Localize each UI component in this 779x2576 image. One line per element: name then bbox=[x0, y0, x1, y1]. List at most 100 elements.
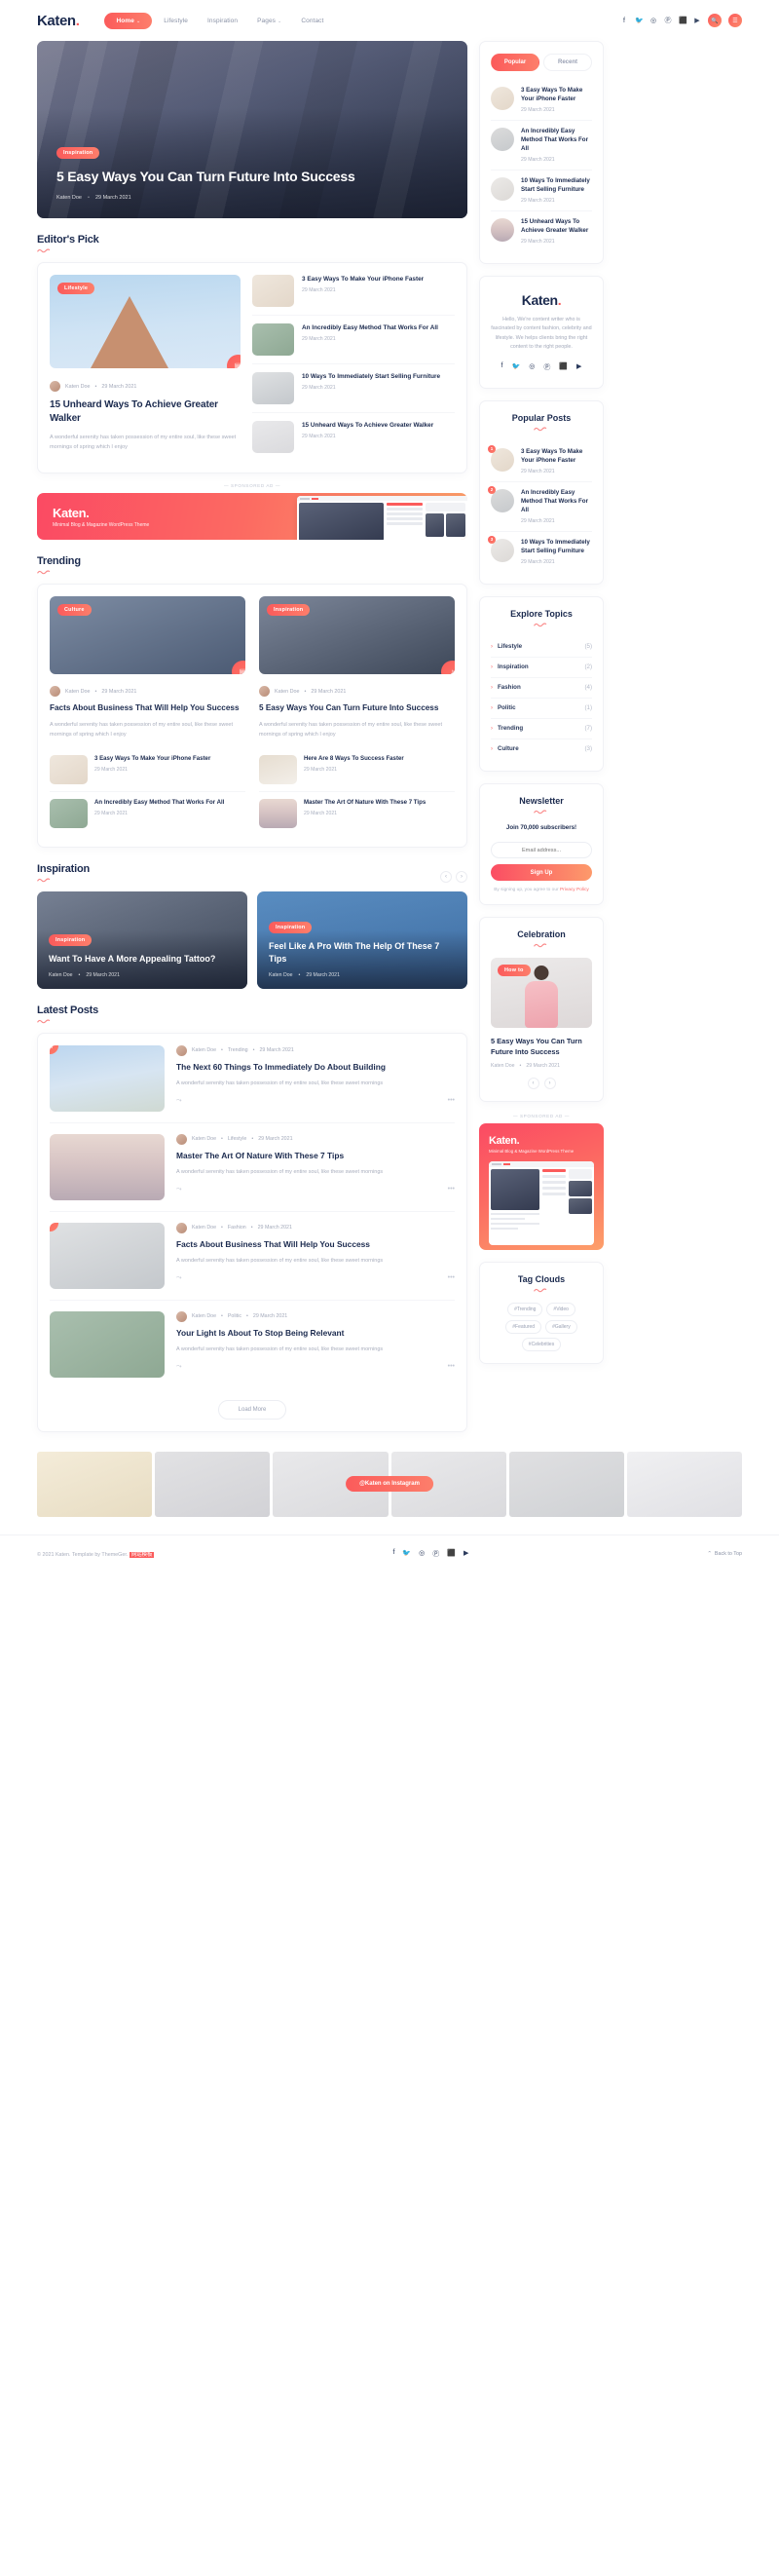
list-item[interactable]: 3 10 Ways To Immediately Start Selling F… bbox=[488, 532, 592, 572]
pinterest-icon[interactable]: Ⓟ bbox=[432, 1549, 439, 1559]
post-title[interactable]: 10 Ways To Immediately Start Selling Fur… bbox=[521, 177, 592, 195]
behance-icon[interactable]: ⬛ bbox=[559, 362, 568, 372]
sidebar-item-trending[interactable]: › Trending (7) bbox=[491, 719, 592, 739]
sidebar-ad[interactable]: Katen. Minimal Blog & Magazine WordPress… bbox=[479, 1123, 604, 1251]
trending-category-badge[interactable]: Culture bbox=[57, 604, 92, 616]
sidebar-item-lifestyle[interactable]: › Lifestyle (5) bbox=[491, 637, 592, 658]
list-item[interactable]: An Incredibly Easy Method That Works For… bbox=[252, 316, 455, 364]
instagram-cell[interactable] bbox=[37, 1451, 153, 1517]
list-item[interactable]: 15 Unheard Ways To Achieve Greater Walke… bbox=[252, 413, 455, 461]
video-icon[interactable]: ▶ bbox=[50, 1222, 58, 1231]
tab-popular[interactable]: Popular bbox=[491, 54, 539, 71]
signup-button[interactable]: Sign Up bbox=[491, 864, 592, 882]
feature-author[interactable]: Katen Doe bbox=[65, 384, 90, 390]
list-item[interactable]: Here Are 8 Ways To Success Faster 29 Marc… bbox=[259, 748, 455, 792]
list-item[interactable]: 3 Easy Ways To Make Your iPhone Faster 29… bbox=[50, 748, 245, 792]
instagram-icon[interactable]: ◎ bbox=[419, 1549, 425, 1559]
pinterest-icon[interactable]: Ⓟ bbox=[543, 362, 550, 372]
list-item[interactable]: ▤ Katen Doe • Trending • 29 March 2021 The… bbox=[50, 1044, 455, 1123]
youtube-icon[interactable]: ▶ bbox=[693, 17, 701, 24]
trending-image[interactable]: Culture ▤ bbox=[50, 596, 245, 674]
trending-author[interactable]: Katen Doe bbox=[275, 689, 299, 695]
hero-author[interactable]: Katen Doe bbox=[56, 195, 82, 201]
list-item[interactable]: 1 3 Easy Ways To Make Your iPhone Faster… bbox=[488, 441, 592, 482]
facebook-icon[interactable]: f bbox=[392, 1549, 394, 1559]
instagram-icon[interactable]: ◎ bbox=[529, 362, 535, 372]
nav-item-lifestyle[interactable]: Lifestyle bbox=[156, 14, 196, 28]
more-icon[interactable]: ••• bbox=[448, 1363, 455, 1370]
pinterest-icon[interactable]: Ⓟ bbox=[664, 16, 672, 25]
instagram-cell[interactable] bbox=[626, 1451, 743, 1517]
post-title[interactable]: 3 Easy Ways To Make Your iPhone Faster bbox=[94, 755, 210, 764]
feature-title[interactable]: 15 Unheard Ways To Achieve Greater Walke… bbox=[50, 398, 241, 426]
celebration-title[interactable]: 5 Easy Ways You Can Turn Future Into Suc… bbox=[491, 1037, 592, 1057]
nav-item-contact[interactable]: Contact bbox=[293, 14, 331, 28]
list-item[interactable]: Master The Art Of Nature With These 7 Ti… bbox=[259, 792, 455, 835]
list-item[interactable]: 15 Unheard Ways To Achieve Greater Walke… bbox=[491, 211, 592, 251]
nav-item-inspiration[interactable]: Inspiration bbox=[200, 14, 245, 28]
email-field[interactable] bbox=[491, 842, 592, 859]
post-title[interactable]: Your Light Is About To Stop Being Releva… bbox=[176, 1328, 455, 1340]
share-icon[interactable]: ⤳ bbox=[176, 1274, 182, 1282]
post-category[interactable]: Politic bbox=[228, 1313, 241, 1319]
more-icon[interactable]: ••• bbox=[448, 1097, 455, 1104]
inspiration-card[interactable]: Inspiration Want To Have A More Appealin… bbox=[37, 890, 247, 989]
post-author[interactable]: Katen Doe bbox=[192, 1313, 216, 1319]
tag-item[interactable]: #Celebrities bbox=[521, 1338, 562, 1352]
post-title[interactable]: An Incredibly Easy Method That Works For… bbox=[94, 799, 224, 808]
search-button[interactable]: 🔍 bbox=[708, 14, 722, 27]
list-item[interactable]: Katen Doe • Politic • 29 March 2021 Your L… bbox=[50, 1301, 455, 1388]
copyright-cn[interactable]: 网站模板 bbox=[129, 1551, 155, 1558]
privacy-policy-link[interactable]: Privacy Policy bbox=[560, 888, 589, 892]
instagram-cell[interactable] bbox=[508, 1451, 624, 1517]
post-author[interactable]: Katen Doe bbox=[192, 1136, 216, 1142]
inspiration-category-badge[interactable]: Inspiration bbox=[49, 933, 93, 946]
editors-pick-feature[interactable]: Lifestyle ▤ Katen Doe • 29 March 2021 15… bbox=[50, 275, 241, 461]
hero-slider[interactable]: Inspiration 5 Easy Ways You Can Turn Fut… bbox=[37, 41, 467, 218]
sidebar-item-politic[interactable]: › Politic (1) bbox=[491, 699, 592, 719]
inspiration-title[interactable]: Feel Like A Pro With The Help Of These 7… bbox=[269, 940, 456, 965]
behance-icon[interactable]: ⬛ bbox=[447, 1549, 456, 1559]
trending-author[interactable]: Katen Doe bbox=[65, 689, 90, 695]
youtube-icon[interactable]: ▶ bbox=[464, 1549, 468, 1559]
instagram-icon[interactable]: ◎ bbox=[649, 17, 657, 24]
list-item[interactable]: 3 Easy Ways To Make Your iPhone Faster 29… bbox=[252, 275, 455, 316]
back-to-top-button[interactable]: ⌃ Back to Top bbox=[707, 1551, 742, 1557]
list-item[interactable]: ▶ Katen Doe • Fashion • 29 March 2021 Fact… bbox=[50, 1212, 455, 1301]
hero-title[interactable]: 5 Easy Ways You Can Turn Future Into Suc… bbox=[56, 168, 444, 185]
instagram-follow-button[interactable]: @Katen on Instagram bbox=[346, 1476, 433, 1493]
post-title[interactable]: 3 Easy Ways To Make Your iPhone Faster bbox=[521, 448, 592, 466]
inspiration-author[interactable]: Katen Doe bbox=[269, 972, 293, 978]
post-title[interactable]: 3 Easy Ways To Make Your iPhone Faster bbox=[302, 275, 424, 284]
nav-item-pages[interactable]: Pages ⌄ bbox=[249, 14, 289, 28]
trending-title[interactable]: 5 Easy Ways You Can Turn Future Into Suc… bbox=[259, 702, 455, 714]
tab-recent[interactable]: Recent bbox=[543, 54, 592, 71]
post-title[interactable]: The Next 60 Things To Immediately Do Abo… bbox=[176, 1062, 455, 1074]
list-item[interactable]: Katen Doe • Lifestyle • 29 March 2021 Mast… bbox=[50, 1123, 455, 1212]
load-more-button[interactable]: Load More bbox=[217, 1399, 287, 1420]
site-logo[interactable]: Katen. bbox=[37, 13, 80, 29]
post-title[interactable]: An Incredibly Easy Method That Works For… bbox=[302, 323, 438, 332]
instagram-cell[interactable] bbox=[155, 1451, 271, 1517]
twitter-icon[interactable]: 🐦 bbox=[512, 362, 521, 372]
post-title[interactable]: 15 Unheard Ways To Achieve Greater Walke… bbox=[302, 421, 433, 430]
list-item[interactable]: 10 Ways To Immediately Start Selling Fur… bbox=[252, 364, 455, 413]
gallery-icon[interactable]: ▤ bbox=[227, 355, 241, 368]
post-author[interactable]: Katen Doe bbox=[192, 1047, 216, 1053]
twitter-icon[interactable]: 🐦 bbox=[402, 1549, 411, 1559]
audio-icon[interactable]: ♪ bbox=[441, 661, 455, 674]
more-icon[interactable]: ••• bbox=[448, 1274, 455, 1281]
post-category[interactable]: Lifestyle bbox=[228, 1136, 246, 1142]
sidebar-item-inspiration[interactable]: › Inspiration (2) bbox=[491, 658, 592, 678]
twitter-icon[interactable]: 🐦 bbox=[635, 17, 644, 24]
inspiration-card[interactable]: Inspiration Feel Like A Pro With The Hel… bbox=[257, 890, 467, 989]
gallery-icon[interactable]: ▤ bbox=[232, 661, 245, 674]
sidebar-item-culture[interactable]: › Culture (3) bbox=[491, 739, 592, 759]
post-title[interactable]: 15 Unheard Ways To Achieve Greater Walke… bbox=[521, 218, 592, 236]
celebration-author[interactable]: Katen Doe bbox=[491, 1063, 515, 1069]
post-category[interactable]: Fashion bbox=[228, 1225, 246, 1231]
tag-item[interactable]: #Trending bbox=[507, 1303, 543, 1317]
post-author[interactable]: Katen Doe bbox=[192, 1225, 216, 1231]
post-title[interactable]: Here Are 8 Ways To Success Faster bbox=[304, 755, 404, 764]
more-icon[interactable]: ••• bbox=[448, 1186, 455, 1193]
